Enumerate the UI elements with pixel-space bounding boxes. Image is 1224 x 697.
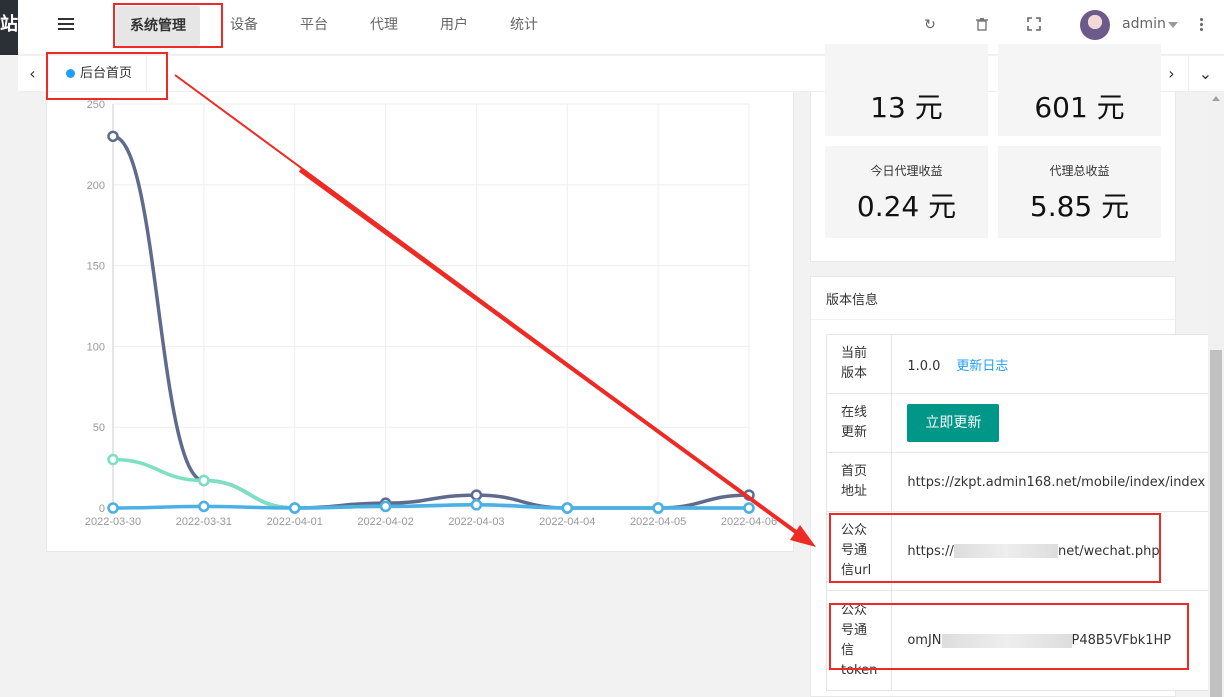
annotation-arrow	[174, 74, 816, 547]
